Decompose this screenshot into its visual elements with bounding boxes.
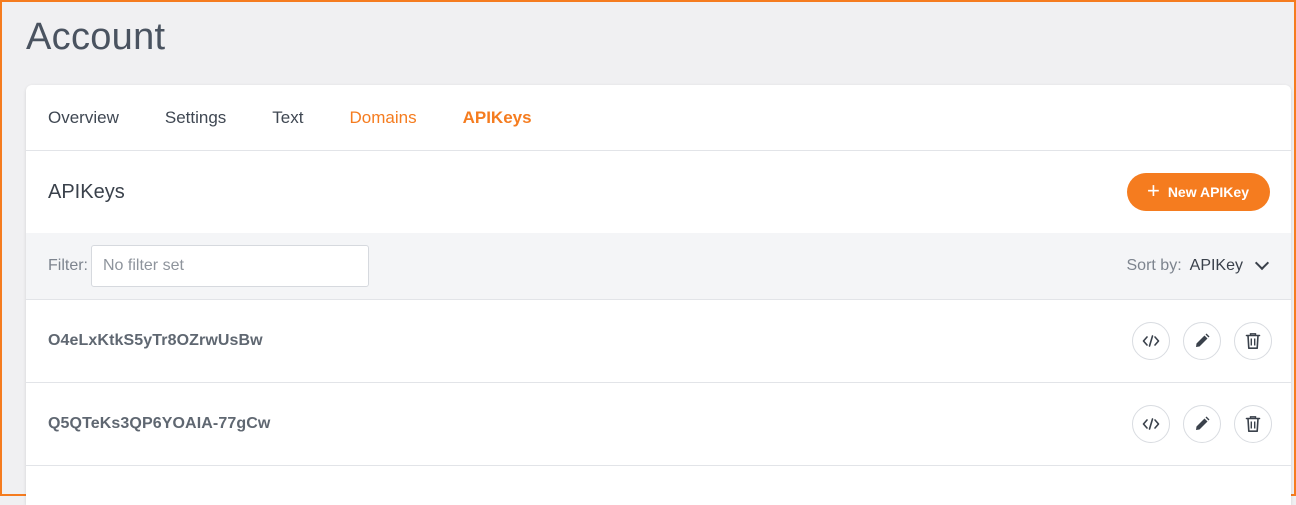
code-button[interactable] (1132, 405, 1170, 443)
apikey-value: Q5QTeKs3QP6YOAIA-77gCw (48, 415, 271, 432)
filter-input[interactable] (91, 245, 369, 287)
sort-value: APIKey (1189, 257, 1243, 274)
new-apikey-button[interactable]: + New APIKey (1126, 173, 1270, 211)
filter-label: Filter: (48, 257, 88, 274)
sort-dropdown[interactable]: Sort by: APIKey (1126, 255, 1270, 275)
code-icon (1142, 335, 1160, 347)
tab-domains[interactable]: Domains (349, 108, 416, 128)
tab-apikeys[interactable]: APIKeys (463, 108, 532, 128)
edit-button[interactable] (1183, 405, 1221, 443)
edit-button[interactable] (1183, 322, 1221, 360)
delete-button[interactable] (1234, 322, 1272, 360)
sort-label: Sort by: (1126, 257, 1182, 274)
section-title: APIKeys (48, 180, 125, 203)
tab-text[interactable]: Text (272, 108, 303, 128)
pencil-icon (1196, 416, 1210, 430)
apikey-value: O4eLxKtkS5yTr8OZrwUsBw (48, 332, 263, 349)
table-row: O4eLxKtkS5yTr8OZrwUsBw (26, 300, 1291, 383)
page-title: Account (26, 16, 166, 58)
section-header: APIKeys + New APIKey (26, 151, 1291, 233)
tab-bar: Overview Settings Text Domains APIKeys (26, 85, 1291, 151)
pencil-icon (1196, 333, 1210, 347)
code-button[interactable] (1132, 322, 1170, 360)
row-actions (1119, 405, 1272, 443)
table-row: Q5QTeKs3QP6YOAIA-77gCw (26, 383, 1291, 466)
filter-bar: Filter: Sort by: APIKey (26, 233, 1291, 300)
trash-icon (1245, 416, 1261, 432)
filter-group: Filter: (48, 245, 369, 287)
tab-overview[interactable]: Overview (48, 108, 119, 128)
new-apikey-button-label: New APIKey (1167, 184, 1249, 200)
code-icon (1142, 418, 1160, 430)
trash-icon (1245, 333, 1261, 349)
account-card: Overview Settings Text Domains APIKeys A… (26, 85, 1291, 505)
tab-settings[interactable]: Settings (165, 108, 226, 128)
delete-button[interactable] (1234, 405, 1272, 443)
plus-icon: + (1146, 178, 1160, 203)
chevron-down-icon (1254, 255, 1270, 271)
row-actions (1119, 322, 1272, 360)
